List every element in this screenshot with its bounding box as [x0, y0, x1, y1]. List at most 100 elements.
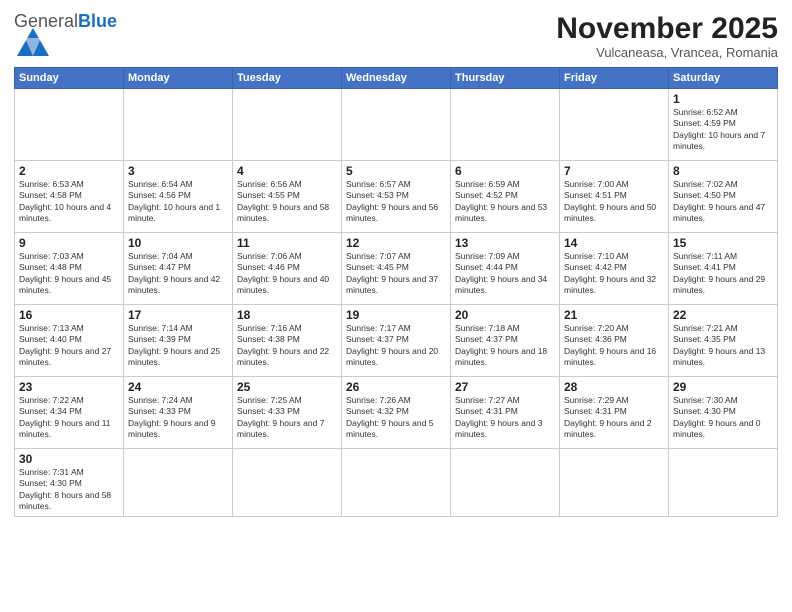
day-number: 27	[455, 380, 555, 394]
table-row: 2Sunrise: 6:53 AMSunset: 4:58 PMDaylight…	[15, 161, 124, 233]
month-title: November 2025	[556, 12, 778, 45]
calendar-week-row: 9Sunrise: 7:03 AMSunset: 4:48 PMDaylight…	[15, 233, 778, 305]
day-info: Sunrise: 7:22 AMSunset: 4:34 PMDaylight:…	[19, 395, 119, 441]
day-info: Sunrise: 7:11 AMSunset: 4:41 PMDaylight:…	[673, 251, 773, 297]
day-number: 11	[237, 236, 337, 250]
table-row: 30Sunrise: 7:31 AMSunset: 4:30 PMDayligh…	[15, 449, 124, 517]
header-wednesday: Wednesday	[342, 68, 451, 89]
table-row: 24Sunrise: 7:24 AMSunset: 4:33 PMDayligh…	[124, 377, 233, 449]
day-info: Sunrise: 6:54 AMSunset: 4:56 PMDaylight:…	[128, 179, 228, 225]
day-info: Sunrise: 7:17 AMSunset: 4:37 PMDaylight:…	[346, 323, 446, 369]
table-row	[233, 449, 342, 517]
table-row: 12Sunrise: 7:07 AMSunset: 4:45 PMDayligh…	[342, 233, 451, 305]
day-number: 26	[346, 380, 446, 394]
day-info: Sunrise: 7:29 AMSunset: 4:31 PMDaylight:…	[564, 395, 664, 441]
day-info: Sunrise: 6:57 AMSunset: 4:53 PMDaylight:…	[346, 179, 446, 225]
calendar-week-row: 23Sunrise: 7:22 AMSunset: 4:34 PMDayligh…	[15, 377, 778, 449]
table-row: 13Sunrise: 7:09 AMSunset: 4:44 PMDayligh…	[451, 233, 560, 305]
day-number: 29	[673, 380, 773, 394]
day-info: Sunrise: 6:59 AMSunset: 4:52 PMDaylight:…	[455, 179, 555, 225]
day-number: 30	[19, 452, 119, 466]
table-row: 1Sunrise: 6:52 AMSunset: 4:59 PMDaylight…	[669, 89, 778, 161]
day-number: 9	[19, 236, 119, 250]
table-row: 20Sunrise: 7:18 AMSunset: 4:37 PMDayligh…	[451, 305, 560, 377]
day-info: Sunrise: 7:06 AMSunset: 4:46 PMDaylight:…	[237, 251, 337, 297]
table-row: 4Sunrise: 6:56 AMSunset: 4:55 PMDaylight…	[233, 161, 342, 233]
day-number: 3	[128, 164, 228, 178]
day-number: 13	[455, 236, 555, 250]
table-row: 22Sunrise: 7:21 AMSunset: 4:35 PMDayligh…	[669, 305, 778, 377]
table-row	[451, 89, 560, 161]
day-info: Sunrise: 7:31 AMSunset: 4:30 PMDaylight:…	[19, 467, 119, 513]
table-row: 14Sunrise: 7:10 AMSunset: 4:42 PMDayligh…	[560, 233, 669, 305]
calendar-week-row: 16Sunrise: 7:13 AMSunset: 4:40 PMDayligh…	[15, 305, 778, 377]
table-row	[233, 89, 342, 161]
table-row	[124, 89, 233, 161]
day-number: 18	[237, 308, 337, 322]
day-info: Sunrise: 6:53 AMSunset: 4:58 PMDaylight:…	[19, 179, 119, 225]
day-info: Sunrise: 7:00 AMSunset: 4:51 PMDaylight:…	[564, 179, 664, 225]
day-number: 2	[19, 164, 119, 178]
table-row	[560, 449, 669, 517]
day-number: 1	[673, 92, 773, 106]
table-row: 16Sunrise: 7:13 AMSunset: 4:40 PMDayligh…	[15, 305, 124, 377]
table-row: 5Sunrise: 6:57 AMSunset: 4:53 PMDaylight…	[342, 161, 451, 233]
day-info: Sunrise: 7:14 AMSunset: 4:39 PMDaylight:…	[128, 323, 228, 369]
table-row: 6Sunrise: 6:59 AMSunset: 4:52 PMDaylight…	[451, 161, 560, 233]
day-info: Sunrise: 7:30 AMSunset: 4:30 PMDaylight:…	[673, 395, 773, 441]
day-number: 14	[564, 236, 664, 250]
day-info: Sunrise: 6:52 AMSunset: 4:59 PMDaylight:…	[673, 107, 773, 153]
day-number: 20	[455, 308, 555, 322]
calendar-week-row: 1Sunrise: 6:52 AMSunset: 4:59 PMDaylight…	[15, 89, 778, 161]
table-row	[124, 449, 233, 517]
header-saturday: Saturday	[669, 68, 778, 89]
table-row	[342, 449, 451, 517]
day-number: 12	[346, 236, 446, 250]
table-row: 29Sunrise: 7:30 AMSunset: 4:30 PMDayligh…	[669, 377, 778, 449]
day-number: 24	[128, 380, 228, 394]
day-info: Sunrise: 7:21 AMSunset: 4:35 PMDaylight:…	[673, 323, 773, 369]
day-number: 6	[455, 164, 555, 178]
calendar-week-row: 30Sunrise: 7:31 AMSunset: 4:30 PMDayligh…	[15, 449, 778, 517]
logo: GeneralBlue	[14, 12, 117, 63]
day-info: Sunrise: 7:27 AMSunset: 4:31 PMDaylight:…	[455, 395, 555, 441]
header-tuesday: Tuesday	[233, 68, 342, 89]
day-number: 25	[237, 380, 337, 394]
day-number: 23	[19, 380, 119, 394]
table-row: 18Sunrise: 7:16 AMSunset: 4:38 PMDayligh…	[233, 305, 342, 377]
day-info: Sunrise: 7:18 AMSunset: 4:37 PMDaylight:…	[455, 323, 555, 369]
table-row: 25Sunrise: 7:25 AMSunset: 4:33 PMDayligh…	[233, 377, 342, 449]
table-row	[560, 89, 669, 161]
table-row: 3Sunrise: 6:54 AMSunset: 4:56 PMDaylight…	[124, 161, 233, 233]
title-area: November 2025 Vulcaneasa, Vrancea, Roman…	[556, 12, 778, 60]
table-row: 23Sunrise: 7:22 AMSunset: 4:34 PMDayligh…	[15, 377, 124, 449]
day-info: Sunrise: 7:13 AMSunset: 4:40 PMDaylight:…	[19, 323, 119, 369]
day-info: Sunrise: 7:02 AMSunset: 4:50 PMDaylight:…	[673, 179, 773, 225]
day-number: 8	[673, 164, 773, 178]
header-sunday: Sunday	[15, 68, 124, 89]
location: Vulcaneasa, Vrancea, Romania	[556, 45, 778, 60]
day-number: 4	[237, 164, 337, 178]
day-number: 10	[128, 236, 228, 250]
table-row	[451, 449, 560, 517]
table-row: 26Sunrise: 7:26 AMSunset: 4:32 PMDayligh…	[342, 377, 451, 449]
table-row: 9Sunrise: 7:03 AMSunset: 4:48 PMDaylight…	[15, 233, 124, 305]
table-row: 17Sunrise: 7:14 AMSunset: 4:39 PMDayligh…	[124, 305, 233, 377]
table-row: 11Sunrise: 7:06 AMSunset: 4:46 PMDayligh…	[233, 233, 342, 305]
table-row: 27Sunrise: 7:27 AMSunset: 4:31 PMDayligh…	[451, 377, 560, 449]
table-row: 8Sunrise: 7:02 AMSunset: 4:50 PMDaylight…	[669, 161, 778, 233]
header-friday: Friday	[560, 68, 669, 89]
day-number: 7	[564, 164, 664, 178]
table-row: 21Sunrise: 7:20 AMSunset: 4:36 PMDayligh…	[560, 305, 669, 377]
table-row: 10Sunrise: 7:04 AMSunset: 4:47 PMDayligh…	[124, 233, 233, 305]
day-number: 22	[673, 308, 773, 322]
day-number: 16	[19, 308, 119, 322]
day-info: Sunrise: 7:16 AMSunset: 4:38 PMDaylight:…	[237, 323, 337, 369]
page-header: GeneralBlue November 2025 Vulcaneasa, Vr…	[14, 12, 778, 63]
day-info: Sunrise: 7:24 AMSunset: 4:33 PMDaylight:…	[128, 395, 228, 441]
table-row: 15Sunrise: 7:11 AMSunset: 4:41 PMDayligh…	[669, 233, 778, 305]
day-number: 5	[346, 164, 446, 178]
table-row: 19Sunrise: 7:17 AMSunset: 4:37 PMDayligh…	[342, 305, 451, 377]
weekday-header-row: Sunday Monday Tuesday Wednesday Thursday…	[15, 68, 778, 89]
table-row: 7Sunrise: 7:00 AMSunset: 4:51 PMDaylight…	[560, 161, 669, 233]
